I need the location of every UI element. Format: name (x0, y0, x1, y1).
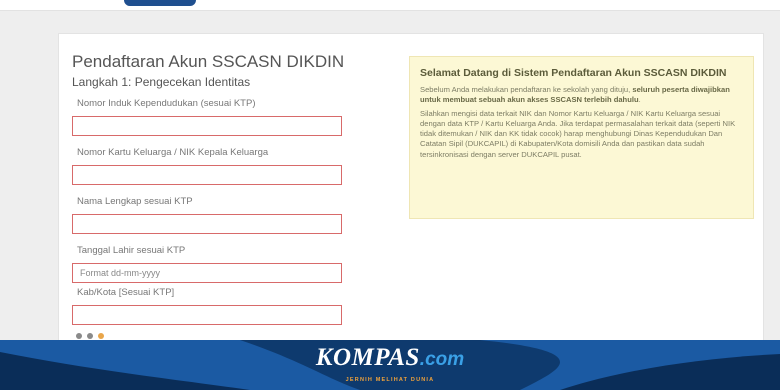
kompas-tagline: JERNIH MELIHAT DUNIA (345, 377, 435, 383)
info-title: Selamat Datang di Sistem Pendaftaran Aku… (420, 67, 727, 79)
city-input[interactable] (72, 305, 342, 325)
city-label: Kab/Kota [Sesuai KTP] (77, 287, 175, 298)
info-paragraph-1-end: . (638, 95, 641, 105)
form-title: Pendaftaran Akun SSCASN DIKDIN (72, 52, 345, 71)
full-name-label: Nama Lengkap sesuai KTP (77, 196, 193, 207)
nik-label: Nomor Induk Kependudukan (sesuai KTP) (77, 98, 256, 109)
welcome-info-box: Selamat Datang di Sistem Pendaftaran Aku… (409, 56, 754, 219)
dot-icon (87, 333, 93, 339)
nik-input[interactable] (72, 116, 342, 136)
dot-icon (76, 333, 82, 339)
form-step-subtitle: Langkah 1: Pengecekan Identitas (72, 75, 251, 89)
info-paragraph-1: Sebelum Anda melakukan pendaftaran ke se… (420, 85, 743, 106)
partial-captcha-row (76, 333, 136, 340)
info-paragraph-1-text: Sebelum Anda melakukan pendaftaran ke se… (420, 85, 633, 94)
kompas-logo-text: KOMPAS (315, 344, 420, 371)
kompas-logo: KOMPAS.com (0, 344, 780, 372)
info-paragraph-2: Silahkan mengisi data terkait NIK dan No… (420, 108, 736, 159)
header-logo (124, 0, 196, 6)
dot-icon (98, 333, 104, 339)
birth-date-label: Tanggal Lahir sesuai KTP (77, 245, 186, 256)
birth-date-input[interactable] (72, 263, 342, 283)
full-name-input[interactable] (72, 214, 342, 234)
kk-label: Nomor Kartu Keluarga / NIK Kepala Keluar… (77, 147, 269, 158)
kompas-logo-suffix: .com (419, 349, 465, 370)
top-header-bar (0, 0, 780, 11)
kk-input[interactable] (72, 165, 342, 185)
